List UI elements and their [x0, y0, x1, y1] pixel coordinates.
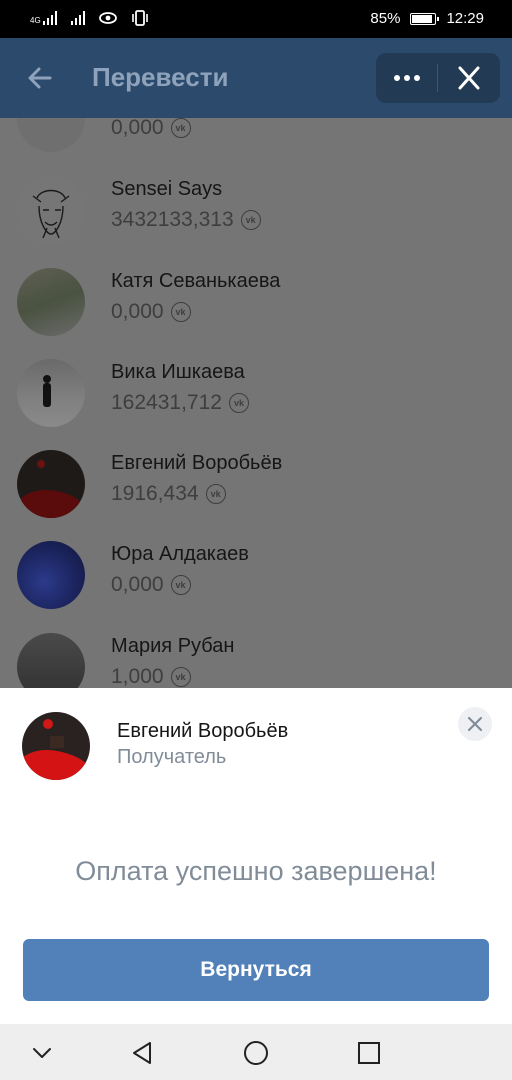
- app-bar: Перевести: [0, 38, 512, 118]
- hide-nav-button[interactable]: [27, 1038, 57, 1068]
- avatar: [17, 268, 85, 336]
- amount-value: 1,000: [111, 665, 164, 688]
- list-item[interactable]: Катя Севанькаева 0,000 vk: [0, 260, 512, 350]
- battery-icon: [410, 12, 440, 25]
- list-item[interactable]: Юра Алдакаев 0,000 vk: [0, 533, 512, 623]
- friend-amount: 0,000 vk: [111, 300, 191, 324]
- sketch-face-icon: [32, 189, 70, 239]
- close-icon: [458, 66, 480, 90]
- friend-amount: 0,000 vk: [111, 118, 191, 140]
- friend-name: Вика Ишкаева: [111, 361, 245, 383]
- square-recents-icon: [358, 1042, 380, 1064]
- avatar: [17, 118, 85, 152]
- nav-home-button[interactable]: [241, 1038, 271, 1068]
- vk-icon: vk: [170, 118, 191, 138]
- back-button[interactable]: [22, 60, 58, 96]
- amount-value: 1916,434: [111, 482, 199, 505]
- status-bar: 4G 85% 12:29: [0, 0, 512, 38]
- recipient-name: Евгений Воробьёв: [117, 720, 289, 742]
- triangle-back-icon: [133, 1042, 151, 1064]
- person-silhouette-icon: [43, 375, 51, 407]
- dot-icon: [414, 75, 420, 81]
- friend-name: Мария Рубан: [111, 635, 235, 657]
- page-title: Перевести: [92, 62, 229, 92]
- avatar: [17, 541, 85, 609]
- battery-percent: 85%: [370, 10, 401, 27]
- system-nav-bar: [0, 1024, 512, 1080]
- vk-icon: vk: [205, 484, 226, 504]
- recipient-role: Получатель: [117, 746, 227, 768]
- friend-amount: 0,000 vk: [111, 573, 191, 597]
- avatar: [17, 450, 85, 518]
- avatar: [17, 633, 85, 688]
- vk-icon: vk: [170, 302, 191, 322]
- vk-icon: vk: [228, 393, 249, 413]
- friend-amount: 3432133,313 vk: [111, 208, 261, 232]
- vk-icon: vk: [240, 210, 261, 230]
- nav-recents-button[interactable]: [354, 1038, 384, 1068]
- friends-list: 0,000 vk Sensei Says 3432133,313 vk Катя…: [0, 118, 512, 688]
- payment-result-sheet: Евгений Воробьёв Получатель Оплата успеш…: [0, 688, 512, 1024]
- close-sheet-button[interactable]: [458, 707, 492, 741]
- friend-name: Евгений Воробьёв: [111, 452, 283, 474]
- friend-amount: 162431,712 vk: [111, 391, 249, 415]
- amount-value: 162431,712: [111, 391, 222, 414]
- vk-icon: vk: [170, 667, 191, 687]
- divider: [437, 64, 438, 92]
- amount-value: 0,000: [111, 573, 164, 596]
- nav-back-button[interactable]: [127, 1038, 157, 1068]
- amount-value: 0,000: [111, 118, 164, 139]
- friend-name: Юра Алдакаев: [111, 543, 249, 565]
- circle-home-icon: [244, 1041, 268, 1065]
- network-label: 4G: [30, 16, 41, 25]
- list-item[interactable]: Евгений Воробьёв 1916,434 vk: [0, 442, 512, 532]
- friend-name: Sensei Says: [111, 178, 223, 200]
- chevron-down-icon: [33, 1048, 51, 1058]
- friend-amount: 1,000 vk: [111, 665, 191, 688]
- list-item[interactable]: Sensei Says 3432133,313 vk: [0, 168, 512, 258]
- more-button[interactable]: [380, 58, 434, 98]
- return-button[interactable]: Вернуться: [23, 939, 489, 1001]
- amount-value: 3432133,313: [111, 208, 234, 231]
- avatar: [17, 359, 85, 427]
- avatar-image: [21, 460, 85, 518]
- recipient-avatar: [22, 712, 90, 780]
- eye-icon: [98, 12, 117, 24]
- avatar-image: [22, 719, 90, 780]
- list-item[interactable]: 0,000 vk: [0, 118, 512, 166]
- close-app-button[interactable]: [450, 60, 488, 96]
- friend-amount: 1916,434 vk: [111, 482, 226, 506]
- amount-value: 0,000: [111, 300, 164, 323]
- list-item[interactable]: Вика Ишкаева 162431,712 vk: [0, 351, 512, 441]
- signal-icon-2: [70, 11, 85, 25]
- dot-icon: [394, 75, 400, 81]
- dot-icon: [404, 75, 410, 81]
- clock: 12:29: [446, 10, 484, 27]
- success-message: Оплата успешно завершена!: [75, 856, 437, 886]
- signal-icon: [42, 11, 57, 25]
- vk-icon: vk: [170, 575, 191, 595]
- avatar: [17, 176, 85, 244]
- close-icon: [467, 716, 483, 732]
- arrow-left-icon: [28, 67, 52, 89]
- friend-name: Катя Севанькаева: [111, 270, 281, 292]
- list-item[interactable]: Мария Рубан 1,000 vk: [0, 625, 512, 688]
- vibrate-icon: [131, 10, 148, 26]
